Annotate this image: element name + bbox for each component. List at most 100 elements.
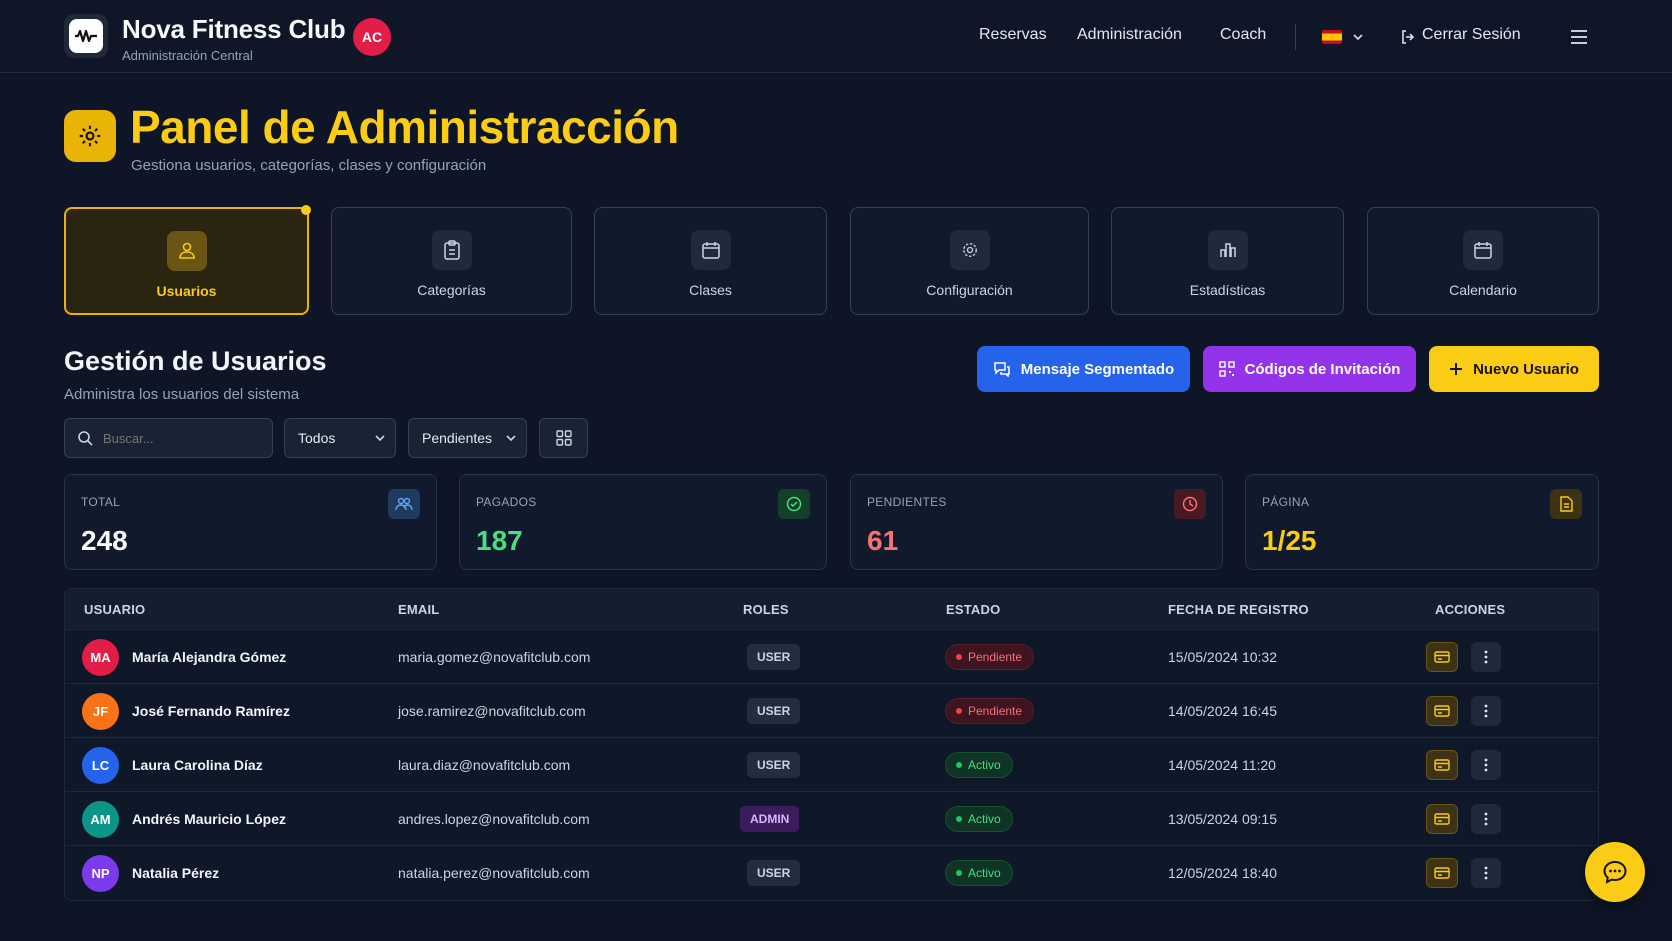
brand-subtitle: Administración Central — [122, 48, 253, 63]
invitation-codes-button[interactable]: Códigos de Invitación — [1203, 346, 1416, 392]
role-badge: USER — [747, 644, 801, 670]
nav-reservas[interactable]: Reservas — [979, 26, 1047, 44]
tab-calendario[interactable]: Calendario — [1367, 207, 1599, 315]
hamburger-menu-icon[interactable] — [1570, 29, 1588, 45]
button-label: Nuevo Usuario — [1473, 360, 1579, 378]
brand-title: Nova Fitness Club — [122, 14, 346, 44]
top-navbar: Nova Fitness Club Administración Central… — [0, 0, 1672, 73]
tab-label: Clases — [689, 282, 732, 298]
plus-icon — [1450, 363, 1463, 375]
users-table: USUARIO EMAIL ROLES ESTADO FECHA DE REGI… — [64, 588, 1599, 901]
tab-label: Usuarios — [156, 283, 217, 299]
column-header[interactable]: ESTADO — [946, 602, 1000, 617]
payment-card-button[interactable] — [1426, 696, 1458, 726]
page-title: Panel de Administracción — [130, 101, 679, 153]
stat-value: 248 — [81, 525, 128, 556]
column-header[interactable]: ROLES — [743, 602, 789, 617]
user-name: Natalia Pérez — [132, 865, 220, 881]
more-options-button[interactable] — [1471, 642, 1501, 672]
nav-divider — [1295, 24, 1296, 50]
stat-card-paid: PAGADOS 187 — [459, 474, 827, 570]
table-row[interactable]: AM Andrés Mauricio López andres.lopez@no… — [65, 791, 1598, 845]
table-row[interactable]: LC Laura Carolina Díaz laura.diaz@novafi… — [65, 737, 1598, 791]
column-header: ACCIONES — [1435, 602, 1506, 617]
column-header[interactable]: FECHA DE REGISTRO — [1168, 602, 1309, 617]
status-text: Activo — [968, 866, 1001, 880]
search-input[interactable] — [103, 430, 253, 446]
credit-card-icon — [1434, 759, 1450, 771]
spain-flag-icon[interactable] — [1322, 30, 1342, 44]
tab-estadisticas[interactable]: Estadísticas — [1111, 207, 1344, 315]
section-title: Gestión de Usuarios — [64, 346, 327, 376]
status-badge: Pendiente — [945, 698, 1035, 724]
more-options-button[interactable] — [1471, 858, 1501, 888]
search-box[interactable] — [64, 418, 273, 458]
table-row[interactable]: NP Natalia Pérez natalia.perez@novafitcl… — [65, 845, 1598, 899]
nav-coach[interactable]: Coach — [1220, 26, 1266, 44]
role-badge: USER — [747, 860, 801, 886]
bar-chart-icon — [1207, 230, 1248, 270]
role-badge: USER — [747, 752, 801, 778]
clipboard-icon — [431, 230, 472, 270]
club-logo[interactable] — [64, 14, 108, 58]
qr-code-icon — [1218, 361, 1235, 377]
avatar: MA — [82, 639, 119, 676]
credit-card-icon — [1434, 705, 1450, 717]
payment-card-button[interactable] — [1426, 642, 1458, 672]
kebab-menu-icon — [1484, 650, 1488, 664]
column-header[interactable]: EMAIL — [398, 602, 439, 617]
status-badge: Activo — [945, 806, 1013, 832]
segmented-message-button[interactable]: Mensaje Segmentado — [977, 346, 1190, 392]
chat-icon — [1603, 860, 1627, 884]
chat-support-button[interactable] — [1585, 842, 1645, 902]
more-options-button[interactable] — [1471, 804, 1501, 834]
section-subtitle: Administra los usuarios del sistema — [64, 386, 300, 403]
tab-configuracion[interactable]: Configuración — [850, 207, 1089, 315]
user-avatar[interactable]: AC — [353, 18, 391, 56]
more-options-button[interactable] — [1471, 750, 1501, 780]
tab-clases[interactable]: Clases — [594, 207, 827, 315]
table-row[interactable]: JF José Fernando Ramírez jose.ramirez@no… — [65, 683, 1598, 737]
role-filter-value: Todos — [298, 430, 336, 446]
payment-card-button[interactable] — [1426, 804, 1458, 834]
registration-date: 14/05/2024 11:20 — [1168, 757, 1276, 773]
avatar: AM — [82, 801, 119, 838]
new-user-button[interactable]: Nuevo Usuario — [1429, 346, 1599, 392]
nav-administracion[interactable]: Administración — [1077, 26, 1182, 44]
registration-date: 13/05/2024 09:15 — [1168, 811, 1277, 827]
role-badge: USER — [747, 698, 801, 724]
chevron-down-icon[interactable] — [1352, 32, 1364, 42]
payment-card-button[interactable] — [1426, 858, 1458, 888]
avatar: LC — [82, 747, 119, 784]
user-email: natalia.perez@novafitclub.com — [398, 865, 590, 881]
logout-icon[interactable] — [1400, 29, 1416, 45]
chevron-down-icon — [506, 435, 516, 442]
user-email: maria.gomez@novafitclub.com — [398, 649, 591, 665]
role-filter-select[interactable]: Todos — [284, 418, 396, 458]
more-options-button[interactable] — [1471, 696, 1501, 726]
status-dot — [956, 708, 962, 714]
table-row[interactable]: MA María Alejandra Gómez maria.gomez@nov… — [65, 629, 1598, 683]
status-badge: Pendiente — [945, 644, 1035, 670]
button-label: Códigos de Invitación — [1244, 360, 1401, 378]
column-header[interactable]: USUARIO — [84, 602, 145, 617]
status-text: Activo — [968, 812, 1001, 826]
status-badge: Activo — [945, 860, 1013, 886]
stat-label: PENDIENTES — [867, 495, 947, 509]
stat-value: 187 — [476, 525, 523, 556]
status-dot — [956, 870, 962, 876]
logout-button[interactable]: Cerrar Sesión — [1422, 26, 1521, 44]
tab-categorias[interactable]: Categorías — [331, 207, 572, 315]
button-label: Mensaje Segmentado — [1020, 360, 1175, 378]
status-dot — [956, 762, 962, 768]
payment-card-button[interactable] — [1426, 750, 1458, 780]
settings-icon — [64, 110, 116, 162]
registration-date: 12/05/2024 18:40 — [1168, 865, 1277, 881]
stat-label: PAGADOS — [476, 495, 537, 509]
grid-view-button[interactable] — [539, 418, 588, 458]
stat-value: 1/25 — [1262, 525, 1317, 556]
status-filter-select[interactable]: Pendientes — [408, 418, 527, 458]
stat-card-pending: PENDIENTES 61 — [850, 474, 1223, 570]
active-indicator — [301, 205, 311, 215]
tab-usuarios[interactable]: Usuarios — [64, 205, 311, 315]
